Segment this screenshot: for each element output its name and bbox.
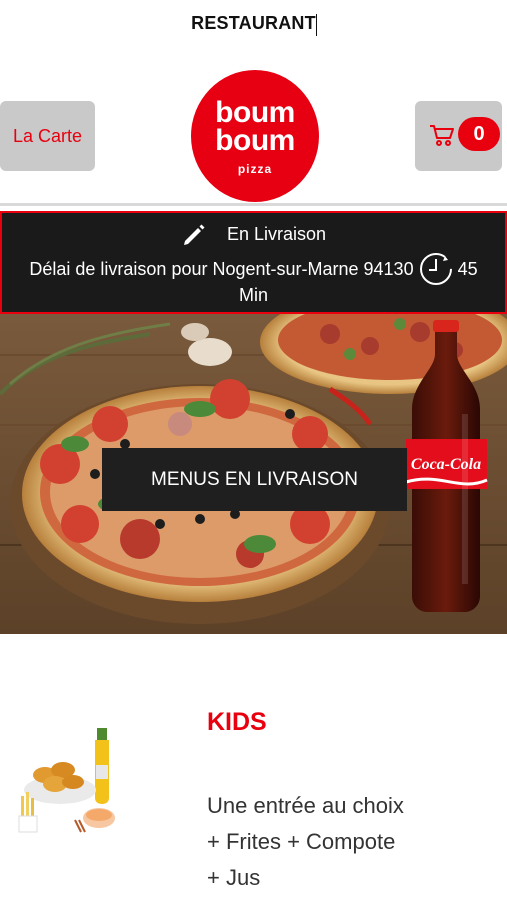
delivery-mode-row: En Livraison: [2, 221, 505, 247]
header-divider: [0, 203, 507, 206]
delivery-delay-text: Délai de livraison pour Nogent-sur-Marne…: [29, 258, 414, 279]
header: La Carte boum boum pizza 0: [0, 60, 507, 205]
product-description: Une entrée au choix + Frites + Compote +…: [207, 793, 404, 890]
pencil-icon[interactable]: [181, 221, 207, 247]
cart-button[interactable]: 0: [415, 101, 502, 171]
hero-banner: Coca-Cola MENUS EN LIVRAISON: [0, 314, 507, 634]
kids-menu-image: [18, 728, 115, 833]
logo-line-2: boum: [215, 124, 295, 157]
page-title: RESTAURANT: [191, 13, 316, 33]
cart-count-badge: 0: [458, 117, 500, 151]
product-card-kids[interactable]: KIDS Une entrée au choix + Frites + Comp…: [0, 690, 507, 900]
logo-line-3: pizza: [237, 162, 273, 176]
clock-icon: [419, 253, 452, 285]
shopping-cart-icon: [430, 125, 454, 146]
menu-button[interactable]: La Carte: [0, 101, 95, 171]
product-name: KIDS: [207, 708, 267, 736]
menus-delivery-button[interactable]: MENUS EN LIVRAISON: [102, 448, 407, 511]
delivery-mode-label: En Livraison: [226, 223, 327, 244]
bottle-label: Coca-Cola: [411, 456, 481, 473]
delivery-delay-unit: Min: [238, 285, 268, 305]
delivery-delay-value: 45: [457, 258, 478, 279]
delivery-delay-row: Délai de livraison pour Nogent-sur-Marne…: [2, 251, 505, 287]
top-bar: RESTAURANT: [0, 0, 507, 50]
delivery-info-banner[interactable]: En Livraison Délai de livraison pour Nog…: [0, 211, 507, 314]
text-cursor: [316, 14, 317, 36]
brand-logo[interactable]: boum boum pizza: [191, 70, 319, 202]
